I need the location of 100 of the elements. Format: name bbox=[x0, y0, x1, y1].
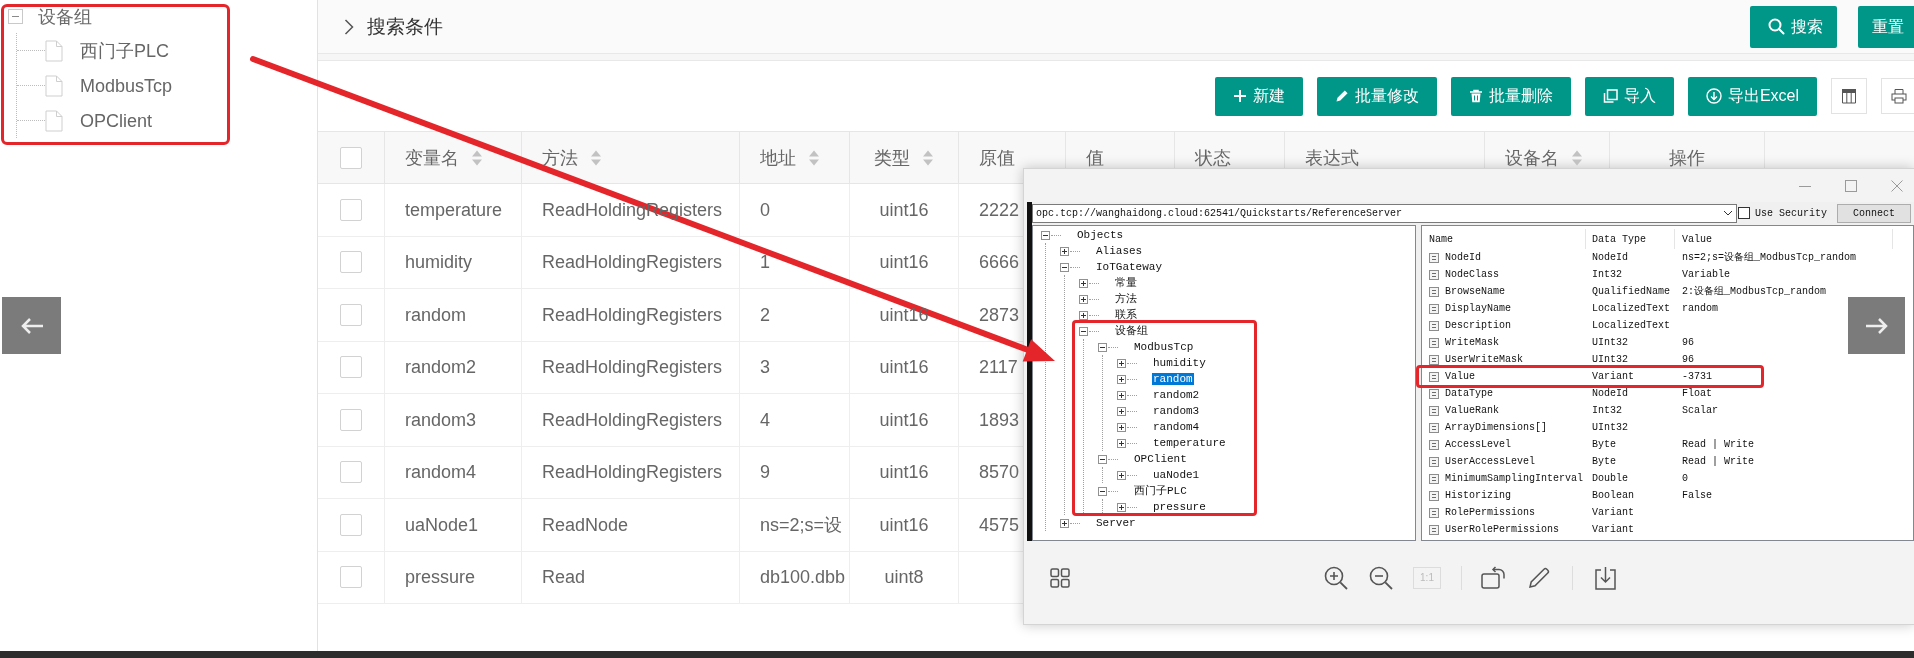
tree-node[interactable]: 联系 bbox=[1114, 309, 1138, 321]
plus-box-icon[interactable] bbox=[1117, 374, 1126, 384]
column-header: 原值 bbox=[979, 148, 1015, 167]
tree-node[interactable]: humidity bbox=[1152, 357, 1207, 369]
import-button[interactable]: 导入 bbox=[1584, 76, 1674, 116]
minus-box-icon[interactable] bbox=[1098, 454, 1107, 464]
security-checkbox[interactable] bbox=[1738, 207, 1750, 219]
tree-node[interactable]: 设备组 bbox=[38, 7, 92, 26]
tree-node[interactable]: OPClient bbox=[1133, 453, 1188, 465]
raw-value: 2222 bbox=[979, 200, 1020, 219]
maximize-icon[interactable] bbox=[1845, 179, 1857, 192]
arrow-right-icon bbox=[1864, 316, 1889, 335]
batch-delete-button[interactable]: 批量删除 bbox=[1450, 76, 1571, 116]
tree-node[interactable]: temperature bbox=[1152, 437, 1227, 449]
minus-box-icon[interactable] bbox=[1060, 262, 1069, 272]
previous-image-button[interactable] bbox=[2, 297, 61, 354]
search-conditions-toggle[interactable]: 搜索条件 bbox=[344, 17, 443, 36]
column-header[interactable]: 类型 bbox=[874, 148, 934, 167]
collapse-icon[interactable] bbox=[8, 9, 23, 24]
minus-box-icon[interactable] bbox=[1079, 326, 1088, 336]
minus-box-icon[interactable] bbox=[1041, 230, 1050, 240]
tree-node[interactable]: ModbusTcp bbox=[80, 76, 173, 95]
tree-node[interactable]: 西门子PLC bbox=[1133, 485, 1188, 497]
rotate-icon[interactable] bbox=[1481, 565, 1506, 590]
row-checkbox[interactable] bbox=[340, 461, 362, 484]
pencil-icon[interactable] bbox=[1527, 565, 1551, 590]
printer-icon bbox=[1891, 88, 1907, 104]
plus-box-icon[interactable] bbox=[1117, 390, 1126, 400]
tree-node[interactable]: OPClient bbox=[80, 111, 153, 130]
connect-button[interactable]: Connect bbox=[1837, 203, 1911, 223]
tree-node[interactable]: 常量 bbox=[1114, 277, 1138, 289]
row-checkbox[interactable] bbox=[340, 408, 362, 431]
column-header[interactable]: 地址 bbox=[760, 148, 820, 167]
tree-node[interactable]: ModbusTcp bbox=[1133, 341, 1195, 353]
tree-node[interactable]: 方法 bbox=[1114, 293, 1138, 305]
attribute-name: ArrayDimensions[] bbox=[1445, 422, 1548, 433]
zoom-out-icon[interactable] bbox=[1369, 565, 1393, 590]
download-icon[interactable] bbox=[1594, 565, 1617, 590]
new-button[interactable]: 新建 bbox=[1214, 76, 1303, 116]
batch-edit-button[interactable]: 批量修改 bbox=[1316, 76, 1437, 116]
print-button[interactable] bbox=[1881, 78, 1914, 114]
tree-node[interactable]: pressure bbox=[1152, 501, 1207, 513]
column-header: 操作 bbox=[1669, 148, 1705, 167]
row-checkbox[interactable] bbox=[340, 356, 362, 379]
tree-node[interactable]: 设备组 bbox=[1114, 325, 1149, 337]
pencil-icon bbox=[1334, 89, 1349, 103]
close-icon[interactable] bbox=[1891, 179, 1903, 192]
attribute-type: NodeId bbox=[1592, 388, 1628, 399]
tree-node[interactable]: Aliases bbox=[1095, 245, 1144, 257]
column-header[interactable]: 设备名 bbox=[1505, 148, 1583, 167]
tree-node[interactable]: random3 bbox=[1152, 405, 1201, 417]
search-button[interactable]: 搜索 bbox=[1750, 5, 1837, 48]
plus-box-icon[interactable] bbox=[1079, 294, 1088, 304]
export-excel-button[interactable]: 导出Excel bbox=[1687, 76, 1817, 116]
property-icon bbox=[1429, 354, 1439, 365]
plus-box-icon[interactable] bbox=[1060, 246, 1069, 256]
attribute-type: Variant bbox=[1592, 371, 1634, 382]
tree-node[interactable]: random bbox=[1152, 373, 1194, 385]
select-all-checkbox[interactable] bbox=[340, 146, 362, 169]
row-checkbox[interactable] bbox=[340, 513, 362, 536]
columns-button[interactable] bbox=[1831, 78, 1867, 114]
tree-node[interactable]: random2 bbox=[1152, 389, 1201, 401]
plus-box-icon[interactable] bbox=[1060, 518, 1069, 528]
row-checkbox[interactable] bbox=[340, 198, 362, 221]
minus-box-icon[interactable] bbox=[1098, 486, 1107, 496]
attribute-value: Read | Write bbox=[1682, 439, 1754, 450]
row-checkbox[interactable] bbox=[340, 251, 362, 274]
property-icon bbox=[1429, 371, 1439, 382]
next-image-button[interactable] bbox=[1848, 297, 1905, 354]
tree-node[interactable]: Server bbox=[1095, 517, 1137, 529]
row-checkbox[interactable] bbox=[340, 303, 362, 326]
column-heading: Value bbox=[1682, 232, 1712, 247]
tree-node[interactable]: uaNode1 bbox=[1152, 469, 1201, 481]
data-type: uint16 bbox=[879, 305, 929, 324]
endpoint-combobox[interactable]: opc.tcp://wanghaidong.cloud:62541/Quickstarts/ReferenceServer bbox=[1032, 203, 1737, 223]
raw-value: 1893 bbox=[979, 410, 1020, 429]
plus-box-icon[interactable] bbox=[1117, 406, 1126, 416]
attribute-name: UserRolePermissions bbox=[1445, 524, 1560, 535]
plus-box-icon[interactable] bbox=[1079, 278, 1088, 288]
tree-node[interactable]: Objects bbox=[1076, 229, 1125, 241]
property-icon bbox=[1429, 303, 1439, 314]
register-address: ns=2;s=设 bbox=[760, 515, 843, 534]
row-checkbox[interactable] bbox=[340, 566, 362, 589]
tree-node[interactable]: IoTGateway bbox=[1095, 261, 1163, 273]
plus-box-icon[interactable] bbox=[1117, 438, 1126, 448]
column-header[interactable]: 变量名 bbox=[405, 148, 483, 167]
tree-node[interactable]: random4 bbox=[1152, 421, 1201, 433]
grid-icon[interactable] bbox=[1050, 567, 1070, 588]
plus-box-icon[interactable] bbox=[1117, 422, 1126, 432]
attribute-type: UInt32 bbox=[1592, 337, 1628, 348]
reset-button[interactable]: 重置 bbox=[1858, 5, 1914, 48]
register-address: 4 bbox=[760, 410, 770, 429]
minus-box-icon[interactable] bbox=[1098, 342, 1107, 352]
zoom-in-icon[interactable] bbox=[1324, 565, 1348, 590]
plus-box-icon[interactable] bbox=[1117, 502, 1126, 512]
plus-box-icon[interactable] bbox=[1117, 470, 1126, 480]
plus-box-icon[interactable] bbox=[1079, 310, 1088, 320]
tree-node[interactable]: 西门子PLC bbox=[80, 41, 169, 60]
plus-box-icon[interactable] bbox=[1117, 358, 1126, 368]
column-header[interactable]: 方法 bbox=[542, 148, 602, 167]
